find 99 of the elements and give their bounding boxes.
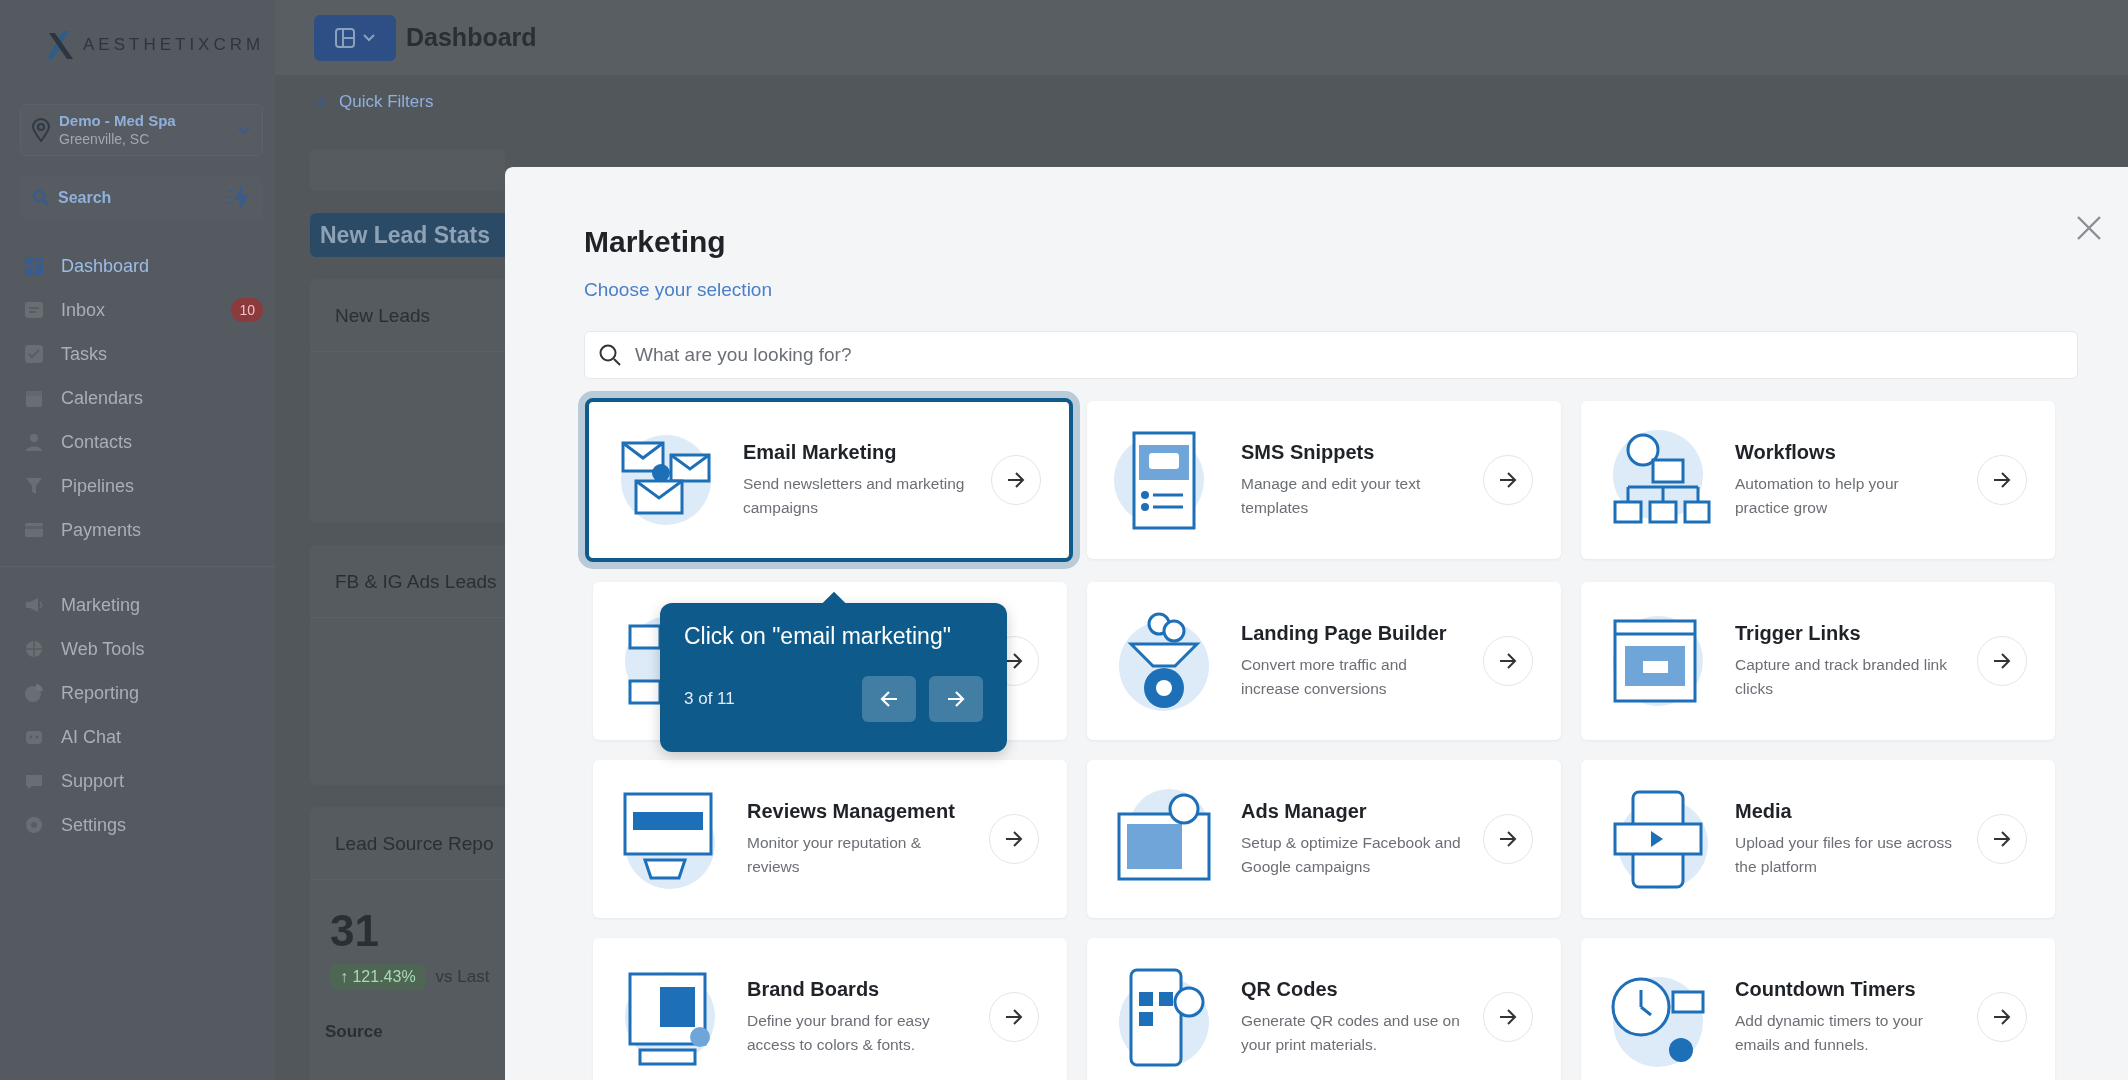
card-description: Setup & optimize Facebook and Google campaigns <box>1241 832 1461 877</box>
card-title: Reviews Management <box>747 799 956 823</box>
sidebar-item[interactable]: Support <box>0 759 275 803</box>
location-selector[interactable]: Demo - Med Spa Greenville, SC <box>20 104 263 156</box>
chevron-down-icon <box>362 33 376 42</box>
open-button[interactable] <box>1977 636 2027 686</box>
card-title: Trigger Links <box>1735 621 1862 645</box>
search-placeholder: What are you looking for? <box>635 344 852 366</box>
layout-toggle-button[interactable] <box>314 14 396 61</box>
card-description: Automation to help your practice grow <box>1735 473 1900 518</box>
tool-card[interactable]: SMS Snippets Manage and edit your text templates <box>1087 401 1561 559</box>
tool-card[interactable]: Countdown Timers Add dynamic timers to your emails and funnels. <box>1581 938 2055 1080</box>
card-title: Countdown Timers <box>1735 977 1917 1001</box>
open-button[interactable] <box>1483 814 1533 864</box>
tool-card[interactable]: Reviews Management Monitor your reputation & reviews <box>593 760 1067 918</box>
tool-card[interactable]: Workflows Automation to help your practice grow <box>1581 401 2055 559</box>
card-title: QR Codes <box>1241 977 1339 1001</box>
card-description: Add dynamic timers to your emails and funnels. <box>1735 1010 1924 1055</box>
count-badge: 10 <box>231 298 263 322</box>
sidebar-item[interactable]: Tasks <box>0 332 275 376</box>
arrow-right-icon <box>1498 652 1518 670</box>
open-button[interactable] <box>1483 992 1533 1042</box>
card-title: Media <box>1735 799 1793 823</box>
search-icon <box>599 344 621 366</box>
arrow-right-icon <box>1992 830 2012 848</box>
tour-instruction: Click on "email marketing" <box>684 623 952 650</box>
arrow-right-icon <box>1006 471 1026 489</box>
search-placeholder: Search <box>58 189 113 207</box>
tool-card[interactable]: Ads Manager Setup & optimize Facebook and Google campaigns <box>1087 760 1561 918</box>
arrow-right-icon <box>1004 830 1024 848</box>
open-button[interactable] <box>991 455 1041 505</box>
card-description: Define your brand for easy access to colors & fonts. <box>747 1010 931 1055</box>
tool-card[interactable]: Landing Page Builder Convert more traffic and increase conversions <box>1087 582 1561 740</box>
modal-subtitle: Choose your selection <box>584 279 772 301</box>
card-description: Convert more traffic and increase conversions <box>1241 654 1408 699</box>
grid-icon <box>24 256 44 276</box>
open-button[interactable] <box>1977 992 2027 1042</box>
arrow-right-icon <box>1498 471 1518 489</box>
next-button[interactable] <box>929 676 983 722</box>
previous-button[interactable] <box>862 676 916 722</box>
arrow-right-icon <box>1992 471 2012 489</box>
change-badge: ↑ 121.43% <box>330 964 426 990</box>
card-description: Upload your files for use across the platform <box>1735 832 1954 877</box>
sidebar-item[interactable]: Marketing <box>0 583 275 627</box>
card-title: Brand Boards <box>747 977 881 1001</box>
sidebar-item[interactable]: Pipelines <box>0 464 275 508</box>
card-description: Generate QR codes and use on your print materials. <box>1241 1010 1461 1055</box>
search-icon <box>32 189 50 207</box>
card-description: Monitor your reputation & reviews <box>747 832 923 877</box>
card-title: Workflows <box>1735 440 1837 464</box>
plus-icon <box>315 96 327 108</box>
tool-card[interactable]: Media Upload your files for use across the platform <box>1581 760 2055 918</box>
pin-icon <box>31 118 51 142</box>
sidebar-item[interactable]: Payments <box>0 508 275 552</box>
open-button[interactable] <box>1483 455 1533 505</box>
sidebar-item[interactable]: Web Tools <box>0 627 275 671</box>
tool-card[interactable]: Trigger Links Capture and track branded link clicks <box>1581 582 2055 740</box>
chevron-down-icon <box>236 125 252 135</box>
arrow-left-icon <box>879 690 899 708</box>
card-title: Ads Manager <box>1241 799 1368 823</box>
modal-title: Marketing <box>584 225 727 259</box>
pie-chart-icon <box>24 683 44 703</box>
card-title: SMS Snippets <box>1241 440 1376 464</box>
sidebar-item[interactable]: Contacts <box>0 420 275 464</box>
card-description: Capture and track branded link clicks <box>1735 654 1948 699</box>
search-field[interactable]: What are you looking for? <box>584 331 2078 379</box>
logo-icon <box>45 29 75 61</box>
sidebar-item[interactable]: Dashboard <box>0 244 275 288</box>
arrow-right-icon <box>1498 830 1518 848</box>
open-button[interactable] <box>989 992 1039 1042</box>
step-counter: 3 of 11 <box>684 689 736 709</box>
location-address: Greenville, SC <box>59 130 151 148</box>
section-button[interactable]: New Lead Stats <box>310 213 505 257</box>
sidebar-item[interactable]: Calendars <box>0 376 275 420</box>
location-name: Demo - Med Spa <box>59 112 177 130</box>
sidebar-item[interactable]: Settings <box>0 803 275 847</box>
open-button[interactable] <box>1977 455 2027 505</box>
card-title: Landing Page Builder <box>1241 621 1448 645</box>
sidebar-item[interactable]: AI Chat <box>0 715 275 759</box>
sidebar-item[interactable]: Inbox 10 <box>0 288 275 332</box>
open-button[interactable] <box>989 814 1039 864</box>
sidebar-item[interactable]: Reporting <box>0 671 275 715</box>
arrow-right-icon <box>946 690 966 708</box>
arrow-right-icon <box>1498 1008 1518 1026</box>
arrow-right-icon <box>1004 652 1024 670</box>
tool-card[interactable]: QR Codes Generate QR codes and use on your print materials. <box>1087 938 1561 1080</box>
open-button[interactable] <box>1977 814 2027 864</box>
quick-filters-link[interactable]: Quick Filters <box>339 92 434 112</box>
card-description: Manage and edit your text templates <box>1241 473 1422 518</box>
lightning-icon <box>225 183 251 213</box>
layout-icon <box>334 26 356 49</box>
card-description: Send newsletters and marketing campaigns <box>743 473 966 518</box>
card-title: Email Marketing <box>743 440 898 464</box>
arrow-right-icon <box>1992 1008 2012 1026</box>
tool-card[interactable]: Brand Boards Define your brand for easy access to colors & fonts. <box>593 938 1067 1080</box>
close-icon <box>2076 215 2102 241</box>
arrow-right-icon <box>1004 1008 1024 1026</box>
arrow-right-icon <box>1992 652 2012 670</box>
open-button[interactable] <box>1483 636 1533 686</box>
